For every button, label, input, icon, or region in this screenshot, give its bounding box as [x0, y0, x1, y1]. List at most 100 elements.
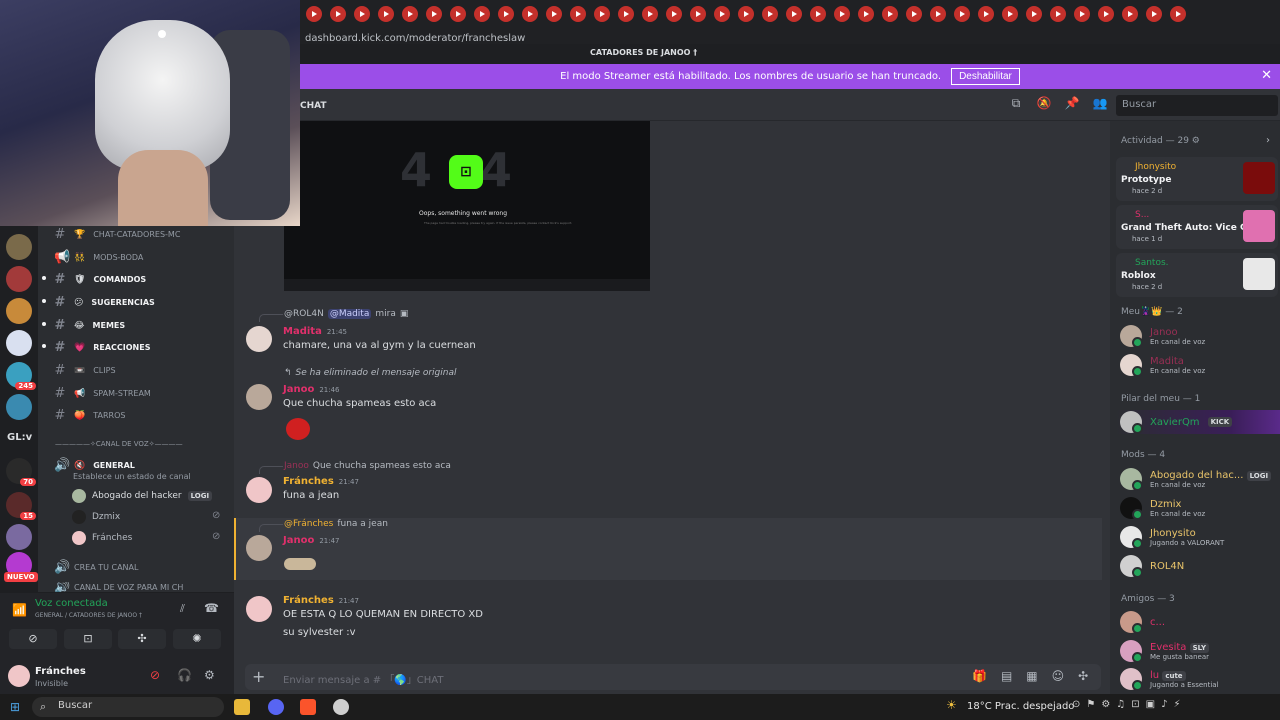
- soundboard-icon[interactable]: ✺: [173, 629, 221, 649]
- youtube-tab-icon[interactable]: [786, 6, 802, 22]
- member-item[interactable]: Evesita SLY Me gusta banear: [1120, 640, 1210, 663]
- youtube-tab-icon[interactable]: [762, 6, 778, 22]
- voice-user[interactable]: Fránches: [72, 531, 132, 545]
- file-explorer-icon[interactable]: [234, 699, 250, 715]
- youtube-tab-icon[interactable]: [1146, 6, 1162, 22]
- member-item[interactable]: XavierQm KICK: [1120, 411, 1233, 434]
- voice-status-channel[interactable]: GENERAL / CATADORES DE JANOO †: [35, 612, 142, 619]
- youtube-tab-icon[interactable]: [978, 6, 994, 22]
- server-icon[interactable]: 70: [6, 458, 36, 486]
- weather-text[interactable]: 18°C Prac. despejado: [967, 701, 1074, 712]
- youtube-tab-icon[interactable]: [1002, 6, 1018, 22]
- avatar[interactable]: [246, 326, 272, 352]
- message-author[interactable]: Fránches 21:47: [283, 595, 359, 606]
- server-icon[interactable]: [6, 266, 32, 292]
- voice-channel[interactable]: 🔊 CANAL DE VOZ PARA MI CH: [54, 582, 183, 592]
- voice-channel-general[interactable]: 🔊 🔇 GENERAL: [54, 458, 135, 473]
- gear-icon[interactable]: ⚙: [204, 668, 215, 682]
- pin-icon[interactable]: 📌: [1064, 96, 1080, 112]
- youtube-tab-icon[interactable]: [1050, 6, 1066, 22]
- server-icon[interactable]: [6, 298, 32, 324]
- voice-status-title[interactable]: Voz conectada: [35, 598, 108, 609]
- channel-item[interactable]: 📢 👯 mods-boda: [54, 250, 143, 265]
- youtube-tab-icon[interactable]: [570, 6, 586, 22]
- avatar[interactable]: [246, 596, 272, 622]
- member-item[interactable]: lu cute Jugando a Essential: [1120, 668, 1219, 691]
- youtube-tab-icon[interactable]: [1098, 6, 1114, 22]
- signal-icon[interactable]: 📶: [12, 603, 27, 617]
- channel-item[interactable]: # 🏆 chat-catadores-mc: [54, 227, 181, 242]
- avatar[interactable]: [246, 535, 272, 561]
- youtube-tab-icon[interactable]: [1026, 6, 1042, 22]
- channel-item[interactable]: # 😕 sugerencias: [54, 295, 155, 310]
- youtube-tab-icon[interactable]: [1074, 6, 1090, 22]
- voice-user[interactable]: Abogado del hacker LOGI: [72, 489, 213, 503]
- voice-channel[interactable]: 🔊 CREA TU CANAL: [54, 560, 138, 575]
- youtube-tab-icon[interactable]: [1122, 6, 1138, 22]
- message-author[interactable]: Janoo 21:47: [283, 535, 340, 546]
- server-icon[interactable]: [6, 330, 32, 356]
- camera-off-icon[interactable]: ⊘: [9, 629, 57, 649]
- member-item[interactable]: Madita En canal de voz: [1120, 354, 1205, 377]
- youtube-tab-icon[interactable]: [402, 6, 418, 22]
- youtube-tab-icon[interactable]: [666, 6, 682, 22]
- youtube-tab-icon[interactable]: [1170, 6, 1186, 22]
- youtube-tab-icon[interactable]: [594, 6, 610, 22]
- url-text[interactable]: dashboard.kick.com/moderator/francheslaw: [305, 33, 525, 44]
- mic-muted-icon[interactable]: ⊘: [150, 668, 160, 682]
- threads-icon[interactable]: ⧉: [1008, 96, 1024, 112]
- disconnect-icon[interactable]: ☎: [204, 601, 219, 615]
- taskbar-search[interactable]: Buscar: [32, 697, 224, 717]
- voice-user[interactable]: Dzmix: [72, 510, 120, 524]
- windows-start-icon[interactable]: ⊞: [10, 700, 20, 714]
- member-item[interactable]: Dzmix En canal de voz: [1120, 497, 1205, 520]
- member-item[interactable]: ROL4N: [1120, 555, 1184, 578]
- close-icon[interactable]: ✕: [1261, 68, 1272, 83]
- youtube-tab-icon[interactable]: [426, 6, 442, 22]
- youtube-tab-icon[interactable]: [858, 6, 874, 22]
- channel-status-prompt[interactable]: Establece un estado de canal: [73, 472, 191, 481]
- reply-preview[interactable]: @Fránches funa a jean: [284, 519, 388, 529]
- chevron-right-icon[interactable]: ›: [1266, 135, 1270, 146]
- server-icon[interactable]: [6, 524, 32, 550]
- youtube-tab-icon[interactable]: [522, 6, 538, 22]
- youtube-tab-icon[interactable]: [546, 6, 562, 22]
- activities-icon[interactable]: ✣: [118, 629, 166, 649]
- disable-streamer-mode-button[interactable]: Deshabilitar: [951, 68, 1020, 85]
- avatar[interactable]: [246, 477, 272, 503]
- avatar[interactable]: [8, 665, 30, 687]
- youtube-tab-icon[interactable]: [690, 6, 706, 22]
- gift-icon[interactable]: 🎁: [972, 669, 987, 683]
- channel-item[interactable]: # 🍑 tarros: [54, 408, 126, 423]
- youtube-tab-icon[interactable]: [618, 6, 634, 22]
- server-icon[interactable]: [6, 234, 32, 260]
- headphones-icon[interactable]: 🎧: [177, 668, 192, 682]
- voice-category-header[interactable]: —————✧CANAL DE VOZ✧————: [55, 440, 183, 448]
- system-tray-icons[interactable]: ⊙⚑⚙♫⊡▣♪⚡: [1072, 699, 1187, 710]
- noise-suppression-icon[interactable]: ⫽: [180, 602, 185, 616]
- attach-plus-icon[interactable]: +: [252, 667, 265, 686]
- member-item[interactable]: Abogado del hac... LOGI En canal de voz: [1120, 468, 1272, 491]
- channel-item[interactable]: # 📼 clips: [54, 363, 116, 378]
- mute-notifications-icon[interactable]: 🔕: [1036, 96, 1052, 112]
- member-item[interactable]: Jhonysito Jugando a VALORANT: [1120, 526, 1224, 549]
- channel-item[interactable]: # 🛡 comandos: [54, 272, 147, 287]
- message-author[interactable]: Fránches 21:47: [283, 476, 359, 487]
- member-list-icon[interactable]: 👥: [1092, 96, 1108, 112]
- search-input[interactable]: Buscar: [1116, 95, 1278, 116]
- sticker-icon[interactable]: ▦: [1026, 669, 1037, 683]
- message-author[interactable]: Janoo 21:46: [283, 384, 340, 395]
- server-text-icon[interactable]: GL:v: [7, 432, 32, 443]
- emoji-icon[interactable]: ☺: [1052, 669, 1065, 683]
- youtube-tab-icon[interactable]: [930, 6, 946, 22]
- channel-item[interactable]: # 💗 reacciones: [54, 340, 151, 355]
- channel-item[interactable]: # 😂 memes: [54, 318, 126, 333]
- gif-icon[interactable]: ▤: [1001, 669, 1012, 683]
- server-icon[interactable]: 15: [6, 492, 36, 520]
- youtube-tab-icon[interactable]: [306, 6, 322, 22]
- gear-icon[interactable]: ⚙: [1192, 136, 1200, 146]
- reply-preview[interactable]: Janoo Que chucha spameas esto aca: [284, 461, 451, 471]
- reply-preview[interactable]: @ROL4N @Madita mira ▣: [284, 309, 408, 319]
- apps-icon[interactable]: ✣: [1078, 669, 1088, 683]
- youtube-tab-icon[interactable]: [450, 6, 466, 22]
